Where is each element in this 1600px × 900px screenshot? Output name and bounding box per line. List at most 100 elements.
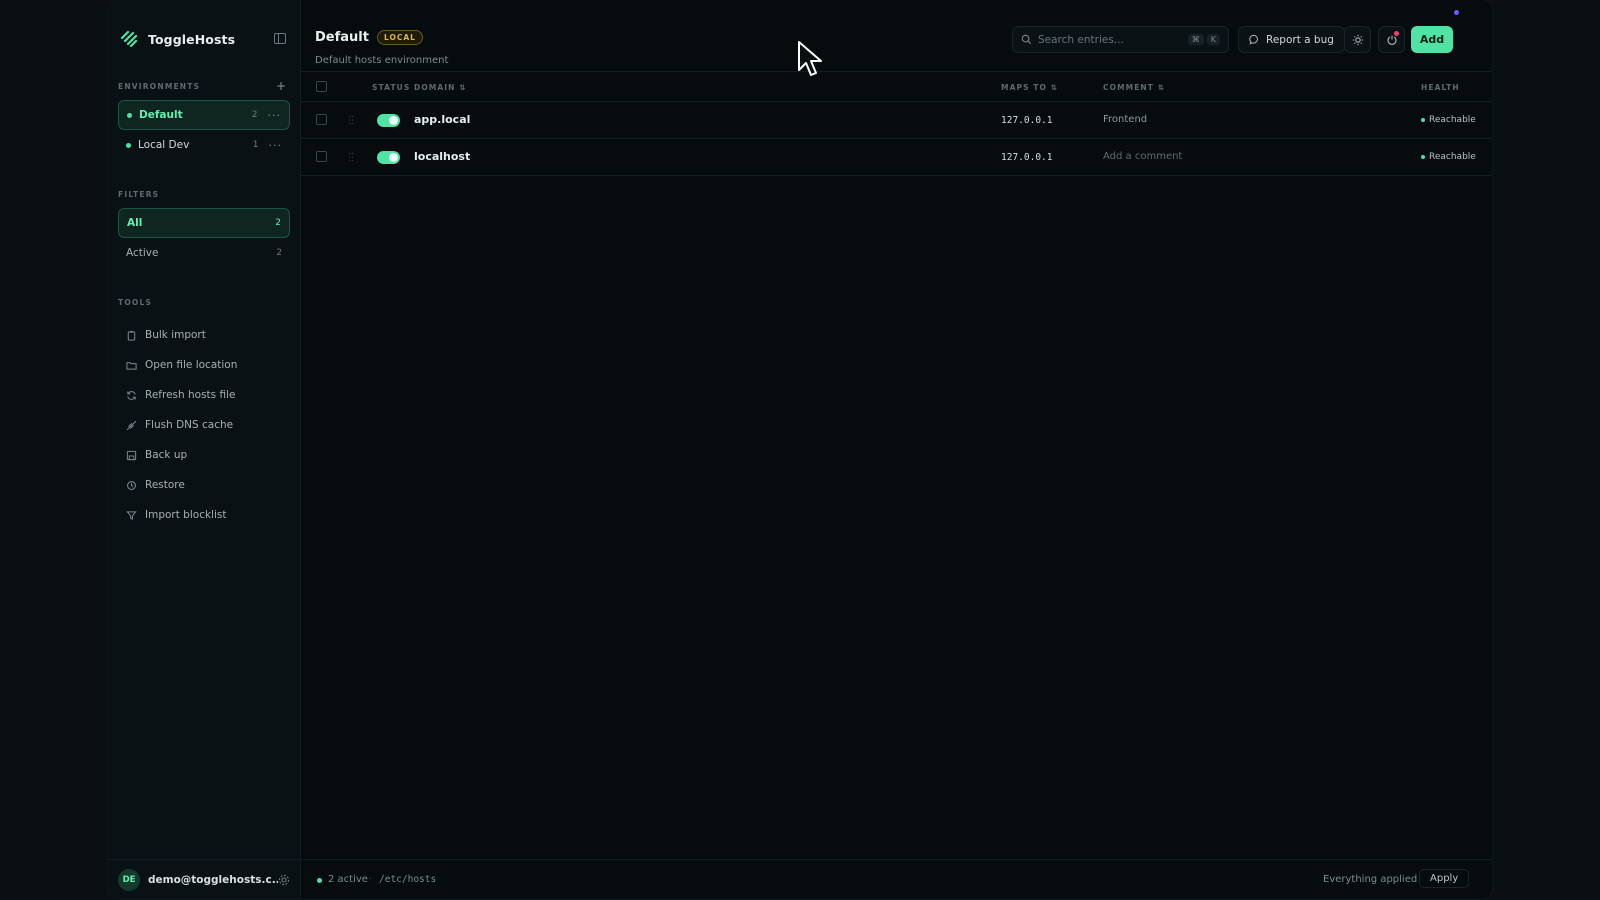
table-header: STATUS DOMAIN ⇅ MAPS TO ⇅ COMMENT ⇅ HEAL… bbox=[301, 72, 1492, 102]
environment-item-local-dev[interactable]: Local Dev 1 ··· bbox=[118, 130, 290, 160]
environment-item-default[interactable]: Default 2 ··· bbox=[118, 100, 290, 130]
logo-icon bbox=[120, 30, 138, 48]
filter-count: 2 bbox=[276, 248, 282, 258]
tool-import-blocklist[interactable]: Import blocklist bbox=[118, 500, 290, 530]
theme-toggle-button[interactable] bbox=[1344, 26, 1371, 53]
drag-handle-icon[interactable] bbox=[348, 115, 354, 125]
history-icon bbox=[126, 480, 137, 491]
filter-icon bbox=[126, 510, 137, 521]
column-domain-label: DOMAIN bbox=[414, 83, 456, 92]
tools-label: TOOLS bbox=[118, 297, 153, 307]
user-account[interactable]: DE demo@togglehosts.c... bbox=[108, 859, 300, 899]
apply-button[interactable]: Apply bbox=[1419, 869, 1470, 888]
report-bug-label: Report a bug bbox=[1266, 33, 1334, 46]
sort-icon: ⇅ bbox=[1157, 83, 1166, 92]
enable-toggle[interactable] bbox=[377, 151, 400, 164]
filter-item-all[interactable]: All 2 bbox=[118, 208, 290, 238]
sidebar: ToggleHosts ENVIRONMENTS + Default 2 ···… bbox=[108, 0, 301, 899]
column-comment-label: COMMENT bbox=[1103, 83, 1155, 92]
environment-badge: LOCAL bbox=[376, 30, 423, 45]
health-cell: Reachable bbox=[1421, 152, 1476, 162]
column-domain[interactable]: DOMAIN ⇅ bbox=[414, 83, 467, 92]
status-dot bbox=[127, 112, 132, 118]
tool-flush-dns-cache[interactable]: Flush DNS cache bbox=[118, 410, 290, 440]
updates-button[interactable] bbox=[1378, 26, 1405, 53]
ip-cell[interactable]: 127.0.0.1 bbox=[1001, 152, 1052, 163]
shortcut-key-cmd: ⌘ bbox=[1187, 34, 1204, 45]
environments-header: ENVIRONMENTS + bbox=[108, 78, 300, 94]
tool-label: Open file location bbox=[145, 359, 238, 371]
tool-bulk-import[interactable]: Bulk import bbox=[118, 320, 290, 350]
ip-cell[interactable]: 127.0.0.1 bbox=[1001, 115, 1052, 126]
environment-count: 2 bbox=[251, 110, 258, 120]
indicator-dot bbox=[1454, 10, 1459, 15]
domain-cell[interactable]: localhost bbox=[414, 150, 470, 163]
report-bug-button[interactable]: Report a bug bbox=[1238, 26, 1345, 53]
row-checkbox[interactable] bbox=[316, 151, 327, 162]
environments-label: ENVIRONMENTS bbox=[118, 81, 201, 91]
tool-refresh-hosts-file[interactable]: Refresh hosts file bbox=[118, 380, 290, 410]
tool-label: Back up bbox=[145, 449, 188, 461]
enable-toggle[interactable] bbox=[377, 114, 400, 127]
environment-name: Local Dev bbox=[138, 139, 190, 151]
add-button[interactable]: Add bbox=[1411, 26, 1453, 53]
sort-icon: ⇅ bbox=[1050, 83, 1059, 92]
sidebar-collapse-icon[interactable] bbox=[274, 33, 286, 44]
column-comment[interactable]: COMMENT ⇅ bbox=[1103, 83, 1165, 92]
rocket-icon bbox=[126, 420, 137, 431]
search-icon bbox=[1021, 34, 1032, 45]
folder-icon bbox=[126, 360, 137, 371]
hosts-file-path: /etc/hosts bbox=[379, 874, 437, 885]
app-name: ToggleHosts bbox=[148, 31, 236, 47]
shortcut-key-k: K bbox=[1206, 34, 1220, 45]
domain-cell[interactable]: app.local bbox=[414, 113, 470, 126]
column-maps-to[interactable]: MAPS TO ⇅ bbox=[1001, 83, 1058, 92]
select-all-checkbox[interactable] bbox=[316, 81, 327, 92]
tool-label: Refresh hosts file bbox=[145, 389, 236, 401]
avatar: DE bbox=[118, 868, 140, 891]
tool-restore[interactable]: Restore bbox=[118, 470, 290, 500]
active-count: 2 active bbox=[328, 874, 368, 885]
filters-label: FILTERS bbox=[118, 189, 160, 199]
status-dot bbox=[126, 142, 131, 148]
gear-icon[interactable] bbox=[278, 874, 290, 886]
tool-open-file-location[interactable]: Open file location bbox=[118, 350, 290, 380]
sort-icon: ⇅ bbox=[459, 83, 467, 92]
comment-cell[interactable]: Add a comment bbox=[1103, 151, 1182, 162]
health-cell: Reachable bbox=[1421, 115, 1476, 125]
chat-bubble-icon bbox=[1249, 34, 1258, 45]
more-icon[interactable]: ··· bbox=[269, 139, 283, 152]
page-title: Default bbox=[315, 30, 369, 45]
tool-label: Import blocklist bbox=[145, 509, 227, 521]
sun-icon bbox=[1352, 34, 1363, 45]
row-checkbox[interactable] bbox=[316, 114, 327, 125]
active-dot bbox=[317, 878, 322, 883]
table-row[interactable]: localhost 127.0.0.1 Add a comment Reacha… bbox=[301, 139, 1492, 176]
tools-header: TOOLS bbox=[108, 294, 300, 310]
search-input[interactable] bbox=[1038, 33, 1185, 46]
more-icon[interactable]: ··· bbox=[268, 109, 282, 122]
column-maps-to-label: MAPS TO bbox=[1001, 83, 1047, 92]
column-health: HEALTH bbox=[1421, 83, 1460, 92]
filter-name: All bbox=[127, 217, 143, 229]
add-environment-button[interactable]: + bbox=[276, 80, 286, 92]
filter-item-active[interactable]: Active 2 bbox=[118, 238, 290, 268]
save-icon bbox=[126, 450, 137, 461]
column-status: STATUS bbox=[372, 83, 411, 92]
status-bar: 2 active · /etc/hosts Everything applied… bbox=[301, 859, 1492, 899]
environment-name: Default bbox=[139, 109, 183, 121]
search-box[interactable]: ⌘ K bbox=[1012, 26, 1229, 53]
separator: · bbox=[369, 874, 373, 885]
comment-cell[interactable]: Frontend bbox=[1103, 114, 1147, 125]
main-panel: Default LOCAL Default hosts environment … bbox=[301, 0, 1492, 899]
notification-dot bbox=[1394, 31, 1399, 36]
table-row[interactable]: app.local 127.0.0.1 Frontend Reachable bbox=[301, 102, 1492, 139]
health-label: Reachable bbox=[1429, 152, 1476, 162]
tool-label: Restore bbox=[145, 479, 185, 491]
app-window: ToggleHosts ENVIRONMENTS + Default 2 ···… bbox=[108, 0, 1492, 899]
health-label: Reachable bbox=[1429, 115, 1476, 125]
page-subtitle: Default hosts environment bbox=[315, 55, 449, 66]
tool-back-up[interactable]: Back up bbox=[118, 440, 290, 470]
filter-count: 2 bbox=[275, 218, 281, 228]
drag-handle-icon[interactable] bbox=[348, 152, 354, 162]
